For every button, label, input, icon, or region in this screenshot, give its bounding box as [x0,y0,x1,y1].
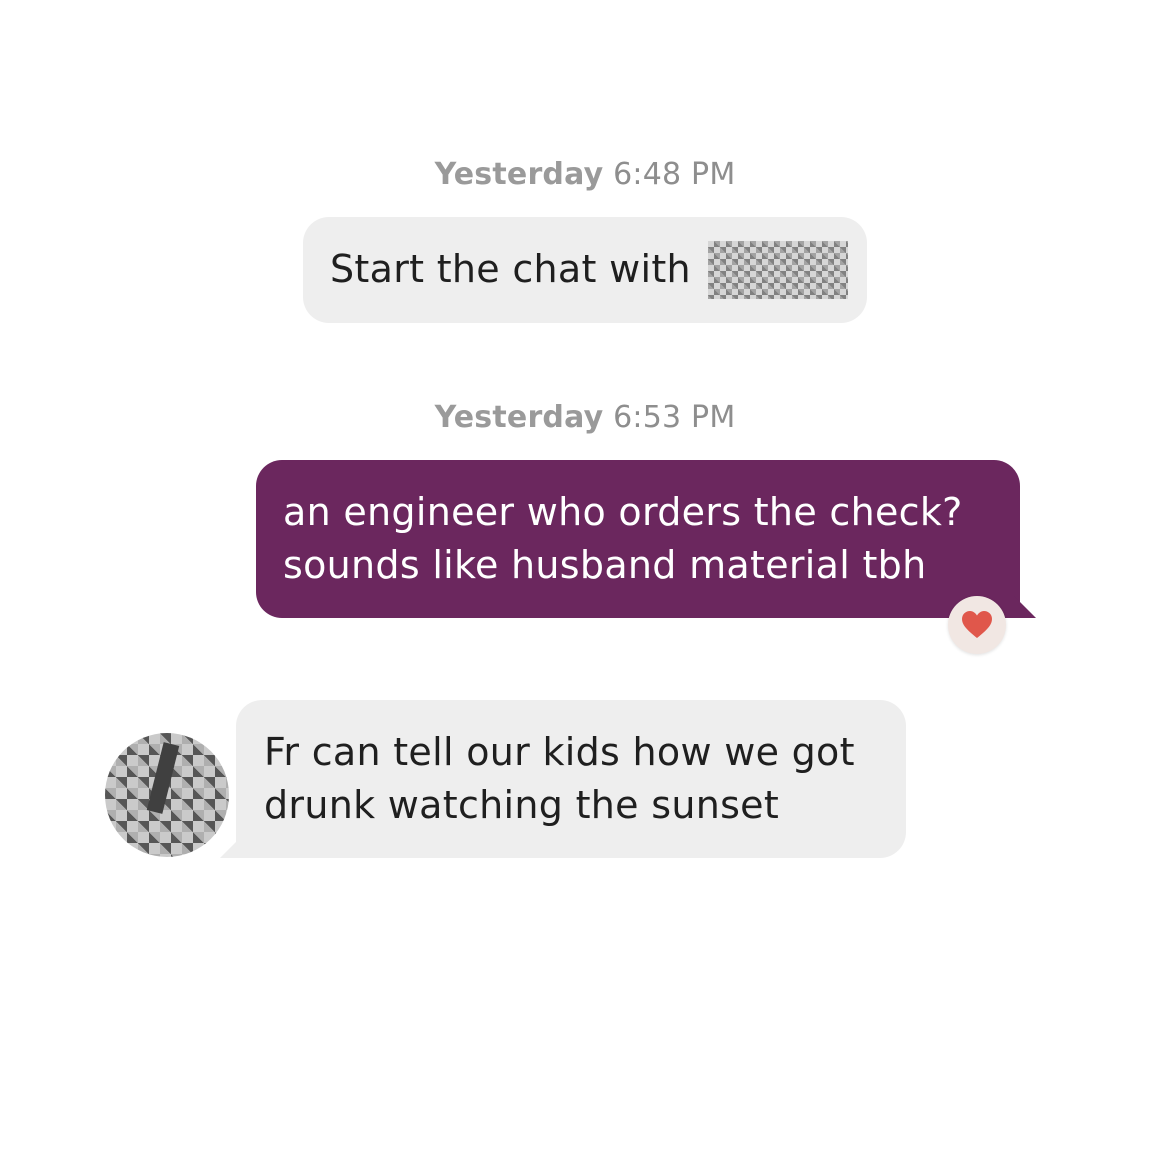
sent-message-line: sounds like husband material tbh [283,543,927,587]
timestamp-time: 6:48 PM [613,157,736,192]
received-message-bubble[interactable]: Fr can tell our kids how we got drunk wa… [220,700,906,858]
timestamp-time: 6:53 PM [613,400,736,435]
timestamp-2: Yesterday 6:53 PM [0,400,1170,435]
sent-message-bubble[interactable]: an engineer who orders the check? sounds… [256,460,1036,618]
timestamp-day: Yesterday [434,400,604,435]
reaction-badge[interactable] [948,596,1006,654]
redacted-name [708,241,848,299]
timestamp-1: Yesterday 6:48 PM [0,157,1170,192]
avatar-mark [146,742,180,814]
system-message-bubble: Start the chat with [303,217,867,323]
bubble-tail [1014,596,1036,618]
received-message-line: drunk watching the sunset [264,783,780,827]
received-message-line: Fr can tell our kids how we got [264,730,855,774]
avatar[interactable] [105,733,229,857]
timestamp-day: Yesterday [434,157,604,192]
system-message-text: Start the chat with [330,247,691,291]
sent-message-line: an engineer who orders the check? [283,490,963,534]
heart-icon [962,611,992,638]
bubble-tail [220,836,242,858]
